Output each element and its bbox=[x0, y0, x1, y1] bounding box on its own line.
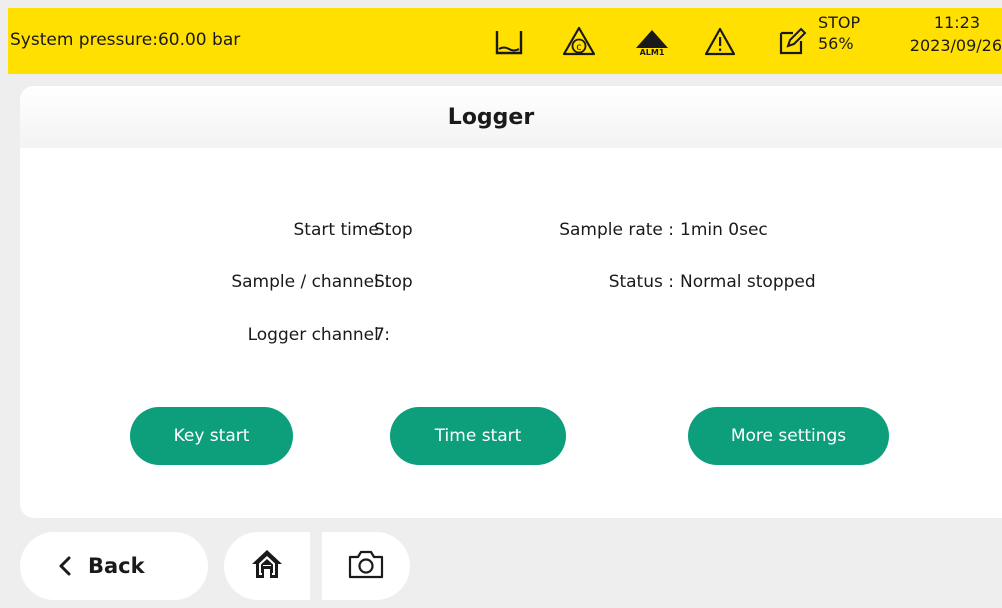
stop-label: STOP bbox=[818, 13, 861, 32]
home-icon bbox=[250, 548, 284, 584]
alarm-label: ALM1 bbox=[639, 47, 665, 57]
logger-channel-value: 7 bbox=[374, 325, 385, 345]
sample-channel-value: Stop bbox=[374, 272, 413, 292]
status-value: Normal stopped bbox=[680, 272, 816, 292]
sample-channel-label: Sample / channel : bbox=[231, 272, 390, 292]
camera-icon bbox=[347, 548, 385, 584]
warning-icon[interactable] bbox=[702, 22, 738, 62]
status-bar: System pressure:60.00 bar c ALM1 STOP 56… bbox=[8, 8, 1002, 74]
edit-icon[interactable] bbox=[774, 22, 810, 62]
page-title: Logger bbox=[20, 86, 1002, 148]
clock-date: 2023/09/26 bbox=[909, 36, 1002, 55]
back-label: Back bbox=[88, 554, 145, 578]
sample-rate-value: 1min 0sec bbox=[680, 220, 768, 240]
datetime: 11:23 2023/09/26 bbox=[880, 11, 1002, 57]
logger-channel-label: Logger channel : bbox=[247, 325, 390, 345]
chevron-left-icon bbox=[58, 556, 72, 576]
screenshot-button[interactable] bbox=[322, 532, 410, 600]
more-settings-button[interactable]: More settings bbox=[688, 407, 889, 465]
bath-icon[interactable] bbox=[492, 22, 526, 62]
back-button[interactable]: Back bbox=[20, 532, 208, 600]
key-start-button[interactable]: Key start bbox=[130, 407, 293, 465]
logger-panel: Logger Start time : Stop Sample rate : 1… bbox=[20, 86, 1002, 518]
start-time-value: Stop bbox=[374, 220, 413, 240]
svg-text:c: c bbox=[576, 42, 582, 53]
system-pressure: System pressure:60.00 bar bbox=[10, 30, 241, 50]
percent-label: 56% bbox=[818, 34, 854, 53]
home-button[interactable] bbox=[224, 532, 310, 600]
run-status: STOP 56% bbox=[818, 12, 870, 54]
time-start-button[interactable]: Time start bbox=[390, 407, 566, 465]
status-label: Status : bbox=[608, 272, 674, 292]
sample-rate-label: Sample rate : bbox=[559, 220, 674, 240]
circulation-c-icon[interactable]: c bbox=[560, 22, 598, 62]
alarm-alm1-icon[interactable]: ALM1 bbox=[630, 22, 674, 62]
clock-time: 11:23 bbox=[933, 13, 980, 32]
